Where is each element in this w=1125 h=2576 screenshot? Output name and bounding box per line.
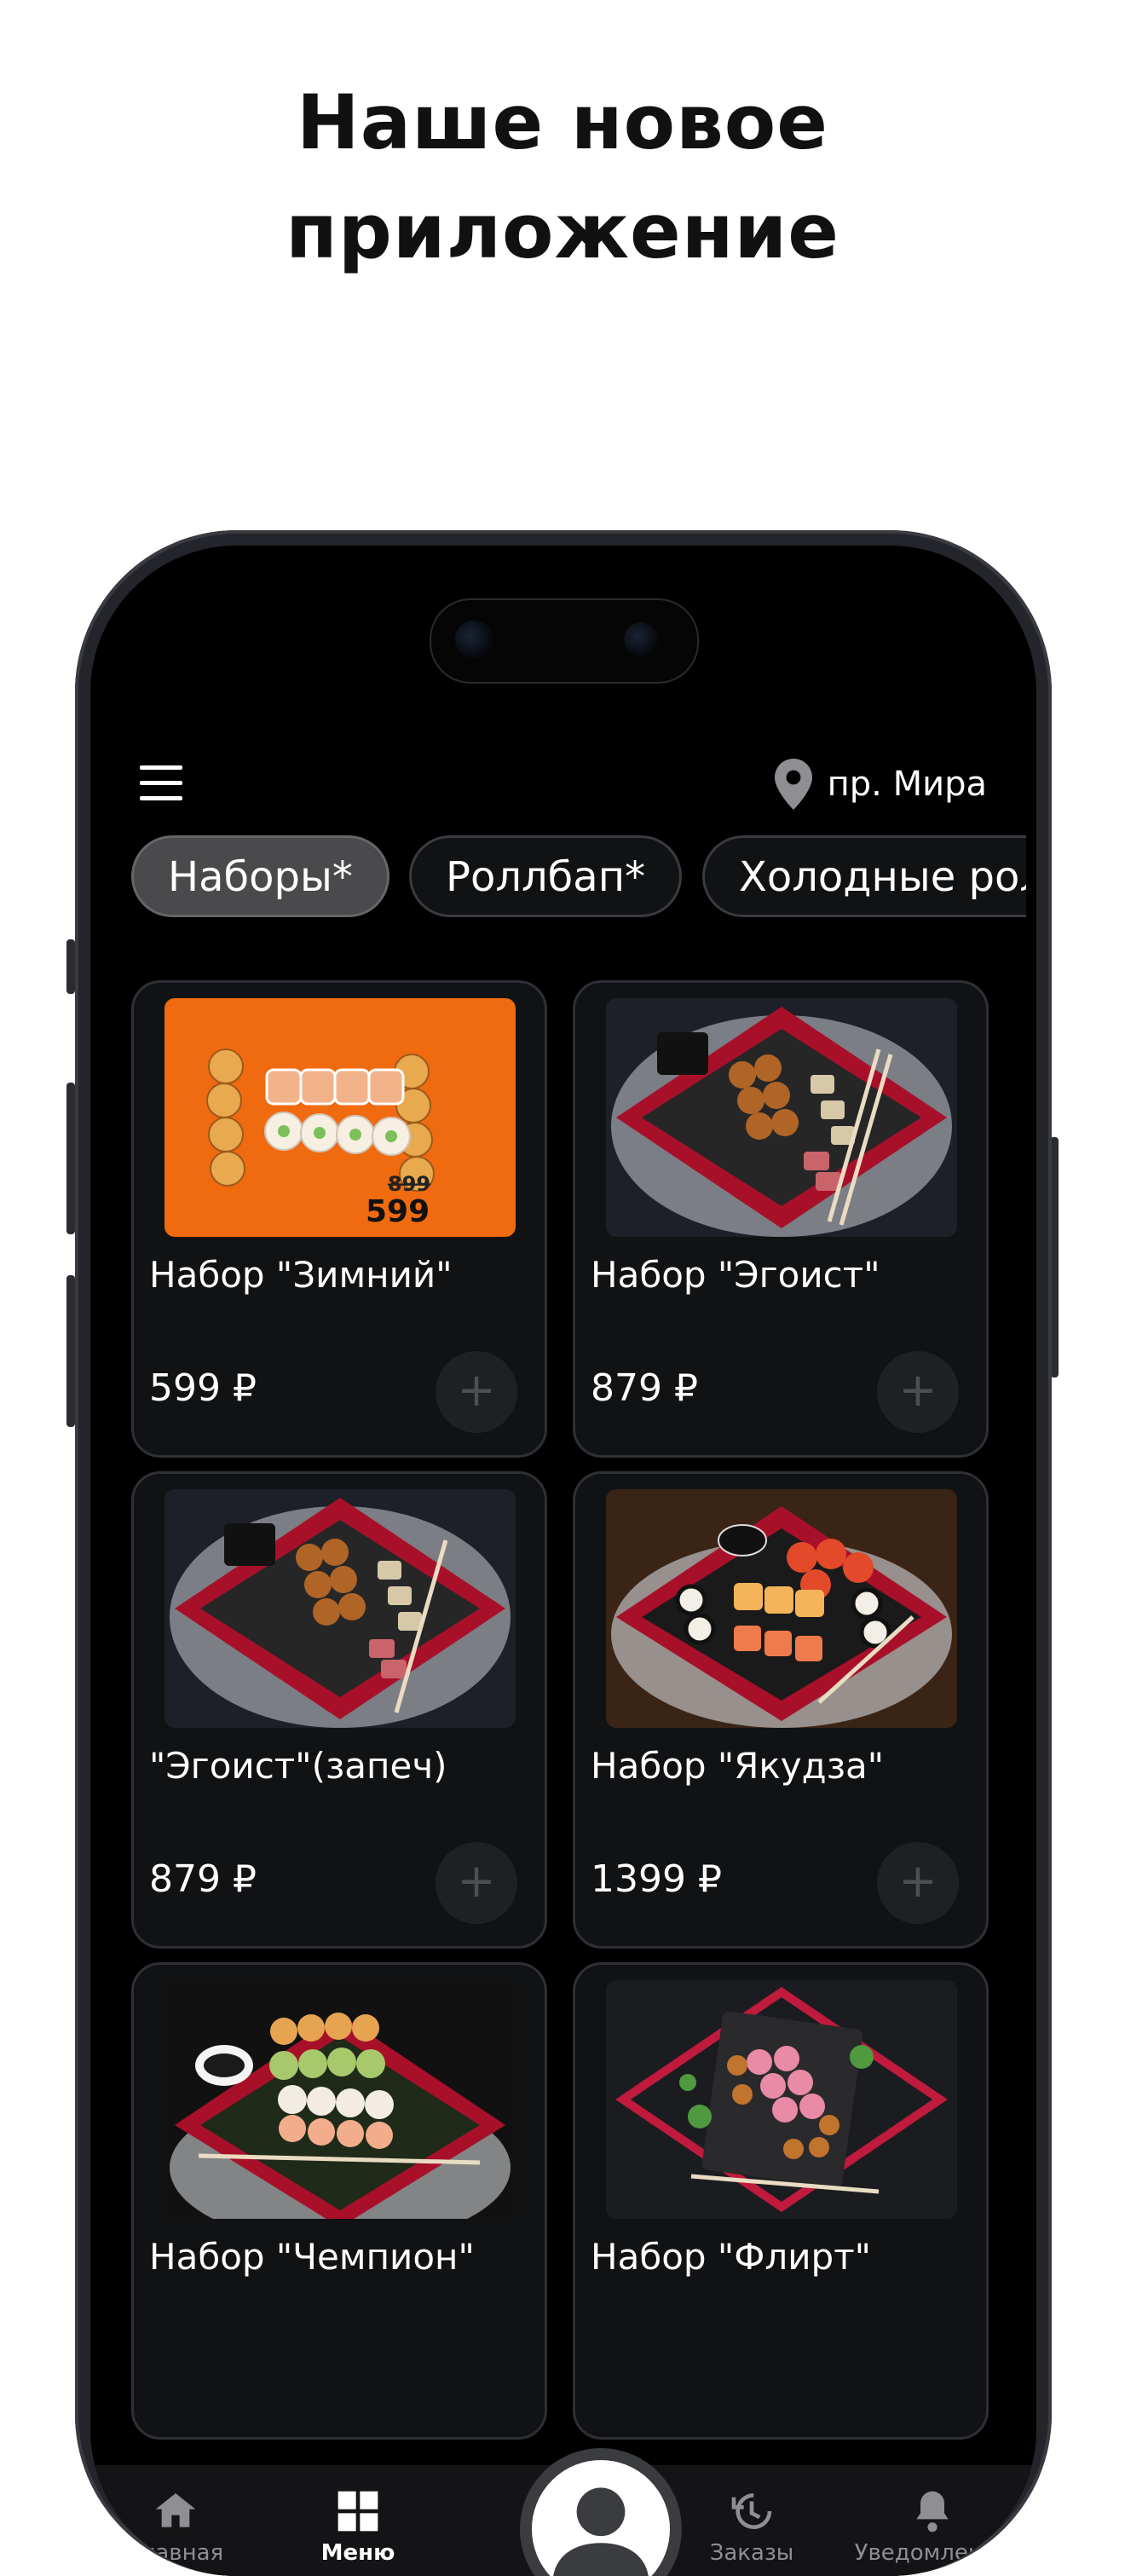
product-card[interactable]: Набор "Чемпион" (131, 1962, 547, 2440)
product-card[interactable]: "Эгоист"(запеч) 879 ₽ + (131, 1471, 547, 1949)
old-price-badge: 899 (388, 1172, 430, 1196)
add-to-cart-button[interactable]: + (436, 1842, 517, 1924)
phone-action-button (66, 939, 75, 994)
tab-notifications[interactable]: Уведомления (847, 2487, 1018, 2566)
headline: Наше новое приложение (0, 68, 1125, 286)
bottom-tab-bar: Главная Меню Заказы Уведомления (90, 2448, 1036, 2576)
headline-line-2: приложение (286, 188, 839, 275)
product-image: 899 599 (164, 998, 516, 1237)
product-image (164, 1489, 516, 1728)
product-card[interactable]: Набор "Эгоист" 879 ₽ + (573, 980, 989, 1458)
bell-icon (916, 2491, 949, 2533)
category-chips: Наборы* Роллбап* Холодные роллы (131, 835, 1026, 921)
tab-label: Уведомления (854, 2540, 1011, 2566)
phone-frame: пр. Мира Наборы* Роллбап* Холодные роллы (75, 530, 1052, 2576)
new-price-badge: 599 (366, 1194, 430, 1229)
tab-menu[interactable]: Меню (273, 2487, 443, 2566)
location-selector[interactable]: пр. Мира (773, 757, 987, 811)
history-icon (731, 2493, 772, 2529)
chip-label: Роллбап* (446, 853, 646, 901)
product-title: Набор "Флирт" (591, 2236, 871, 2278)
phone-volume-up-button (66, 1083, 75, 1234)
user-icon (553, 2487, 649, 2576)
tab-home[interactable]: Главная (90, 2487, 261, 2566)
product-card[interactable]: Набор "Флирт" (573, 1962, 989, 2440)
chip-kholodnye-rolly[interactable]: Холодные роллы (702, 835, 1026, 917)
product-image (606, 1980, 957, 2219)
tab-label: Меню (320, 2540, 395, 2566)
phone-screen: пр. Мира Наборы* Роллбап* Холодные роллы (90, 546, 1036, 2576)
product-image (606, 1489, 957, 1728)
product-price: 1399 ₽ (591, 1857, 722, 1901)
sensor-icon (624, 622, 658, 656)
product-card[interactable]: 899 599 Набор "Зимний" 599 ₽ + (131, 980, 547, 1458)
chip-rollbap[interactable]: Роллбап* (409, 835, 683, 917)
product-image (164, 1980, 516, 2219)
product-image (606, 998, 957, 1237)
headline-line-1: Наше новое (297, 78, 828, 166)
add-to-cart-button[interactable]: + (436, 1351, 517, 1433)
location-label: пр. Мира (827, 765, 987, 804)
front-camera-icon (455, 621, 493, 658)
chip-label: Холодные роллы (739, 853, 1026, 901)
product-price: 879 ₽ (591, 1366, 698, 1410)
tab-label: Главная (127, 2540, 224, 2566)
product-title: "Эгоист"(запеч) (149, 1745, 447, 1787)
top-bar: пр. Мира (90, 733, 1036, 818)
add-to-cart-button[interactable]: + (877, 1842, 959, 1924)
product-card[interactable]: Набор "Якудза" 1399 ₽ + (573, 1471, 989, 1949)
product-price: 599 ₽ (149, 1366, 257, 1410)
map-pin-icon (774, 759, 812, 810)
grid-icon (338, 2491, 378, 2532)
add-to-cart-button[interactable]: + (877, 1351, 959, 1433)
tab-label: Заказы (709, 2540, 794, 2566)
product-title: Набор "Чемпион" (149, 2236, 475, 2278)
home-icon (155, 2493, 196, 2527)
phone-volume-down-button (66, 1275, 75, 1427)
product-price: 879 ₽ (149, 1857, 257, 1901)
profile-button[interactable] (520, 2448, 682, 2576)
menu-icon[interactable] (140, 765, 182, 801)
chip-nabory[interactable]: Наборы* (131, 835, 389, 917)
dynamic-island (430, 598, 699, 684)
product-title: Набор "Зимний" (149, 1254, 453, 1296)
product-title: Набор "Якудза" (591, 1745, 885, 1787)
chip-label: Наборы* (168, 853, 353, 901)
product-title: Набор "Эгоист" (591, 1254, 880, 1296)
tab-orders[interactable]: Заказы (666, 2487, 837, 2566)
